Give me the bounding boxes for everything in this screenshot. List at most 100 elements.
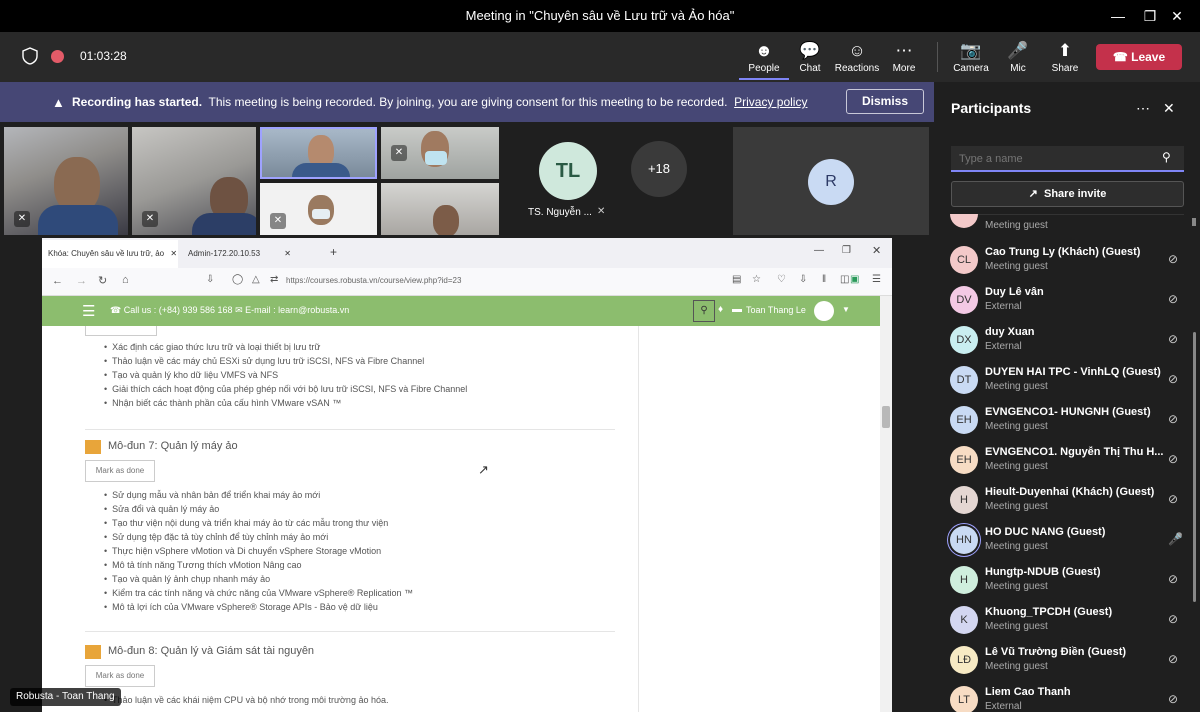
mic-off-icon[interactable]: ⊘ — [1168, 612, 1178, 626]
participant-row[interactable]: DX duy Xuan External ⊘ — [934, 322, 1200, 362]
search-input[interactable] — [959, 150, 1149, 168]
mic-off-icon[interactable]: ⊘ — [1168, 332, 1178, 346]
message-icon[interactable]: ▬ — [732, 304, 742, 315]
video-tile[interactable]: ✕ — [260, 183, 377, 235]
mic-off-icon[interactable]: ⊘ — [1168, 492, 1178, 506]
back-icon[interactable]: ← — [52, 275, 63, 287]
mic-off-icon[interactable]: ⊘ — [1168, 692, 1178, 706]
participant-row[interactable]: LĐ Lê Vũ Trường Điền (Guest) Meeting guest… — [934, 642, 1200, 682]
module-7-title[interactable]: Mô-đun 7: Quản lý máy ảo — [108, 440, 238, 452]
search-field[interactable]: ⚲ — [951, 146, 1184, 172]
reactions-button[interactable]: ☺ Reactions — [832, 40, 882, 80]
hamburger-menu-icon[interactable]: ☰ — [82, 302, 95, 320]
browser-tab-active[interactable]: Khóa: Chuyên sâu về lưu trữ, ảo ✕ — [42, 240, 178, 268]
user-avatar[interactable] — [814, 301, 834, 321]
participant-row[interactable]: CL Cao Trung Ly (Khách) (Guest) Meeting gu… — [934, 242, 1200, 282]
url-field[interactable]: https://courses.robusta.vn/course/view.p… — [286, 276, 461, 285]
share-button[interactable]: ⬆ Share — [1040, 40, 1090, 80]
browser-tab[interactable]: Admin-172.20.10.53 ✕ — [182, 240, 322, 268]
list-item: • Thực hiện vSphere vMotion và Di chuyển… — [104, 546, 382, 556]
minimize-icon[interactable]: — — [814, 245, 824, 256]
mic-off-icon[interactable]: ⊘ — [1168, 252, 1178, 266]
library-icon[interactable]: ‖ — [822, 274, 826, 285]
video-tile[interactable]: ✕ — [381, 127, 499, 179]
avatar — [950, 214, 978, 228]
mic-off-icon[interactable]: ⊘ — [1168, 412, 1178, 426]
scrollbar-thumb[interactable] — [882, 406, 890, 428]
reload-icon[interactable]: ↻ — [98, 274, 107, 287]
more-button[interactable]: ⋯ More — [879, 40, 929, 80]
video-tile[interactable] — [381, 183, 499, 235]
privacy-policy-link[interactable]: Privacy policy — [734, 95, 807, 109]
participant-name: EVNGENCO1- HUNGNH (Guest) — [985, 406, 1151, 418]
participant-row[interactable]: DV Duy Lê vân External ⊘ — [934, 282, 1200, 322]
bell-icon[interactable]: ♦ — [718, 304, 723, 315]
chevron-down-icon[interactable]: ▼ — [842, 305, 850, 314]
mic-off-icon[interactable]: ⊘ — [1168, 652, 1178, 666]
chat-button[interactable]: 💬 Chat — [785, 40, 835, 80]
download-icon[interactable]: ⇩ — [799, 274, 807, 285]
participant-row[interactable]: H Hieult-Duyenhai (Khách) (Guest) Meeting … — [934, 482, 1200, 522]
maximize-icon[interactable]: ❐ — [842, 245, 851, 256]
mark-as-done-button[interactable]: Mark as done — [85, 665, 155, 687]
shield-icon[interactable] — [22, 47, 38, 70]
menu-icon[interactable]: ☰ — [872, 274, 881, 285]
search-icon[interactable]: ⚲ — [693, 300, 715, 322]
tab-label: Khóa: Chuyên sâu về lưu trữ, ảo — [48, 249, 165, 258]
participant-row[interactable]: LT Liem Cao Thanh External ⊘ — [934, 682, 1200, 712]
participant-row[interactable]: DT DUYEN HAI TPC - VinhLQ (Guest) Meeting … — [934, 362, 1200, 402]
video-tile[interactable]: ✕ — [4, 127, 128, 235]
camera-button[interactable]: 📷 Camera — [946, 40, 996, 80]
participant-role: Meeting guest — [985, 581, 1048, 592]
people-button[interactable]: ☻ People — [739, 40, 789, 80]
mark-as-done-button[interactable]: Mark as done — [85, 460, 155, 482]
close-tab-icon[interactable]: ✕ — [284, 249, 291, 258]
mic-button[interactable]: 🎤 Mic — [993, 40, 1043, 80]
download-icon[interactable]: ⇩ — [206, 274, 214, 285]
participant-row[interactable]: HN HO DUC NANG (Guest) Meeting guest 🎤 — [934, 522, 1200, 562]
avatar: HN — [950, 526, 978, 554]
leave-button[interactable]: ☎ Leave — [1096, 44, 1182, 70]
mail-icon: ✉ — [235, 305, 243, 315]
participant-row[interactable]: EH EVNGENCO1. Nguyễn Thị Thu H... Meeting … — [934, 442, 1200, 482]
close-panel-icon[interactable]: ✕ — [1163, 100, 1175, 117]
reader-view-icon[interactable]: ▤ — [732, 274, 741, 285]
close-tab-icon[interactable]: ✕ — [170, 249, 177, 258]
participant-row[interactable]: H Hungtp-NDUB (Guest) Meeting guest ⊘ — [934, 562, 1200, 602]
participant-role: External — [985, 341, 1022, 352]
overflow-participants-button[interactable]: +18 — [631, 141, 687, 197]
mic-off-icon[interactable]: ⊘ — [1168, 572, 1178, 586]
share-invite-button[interactable]: ↗ Share invite — [951, 181, 1184, 207]
participant-video — [312, 209, 330, 219]
extension-icon[interactable]: ▣ — [850, 274, 859, 285]
new-tab-icon[interactable]: + — [330, 245, 337, 259]
shield-icon[interactable]: ◯ — [232, 274, 243, 285]
mic-on-icon[interactable]: 🎤 — [1168, 532, 1183, 546]
dismiss-button[interactable]: Dismiss — [846, 89, 924, 114]
forward-icon[interactable]: → — [76, 275, 87, 287]
avatar: EH — [950, 406, 978, 434]
video-tile[interactable]: ✕ — [132, 127, 256, 235]
home-icon[interactable]: ⌂ — [122, 274, 129, 286]
video-tile[interactable]: R — [733, 127, 929, 235]
bookmark-star-icon[interactable]: ☆ — [752, 274, 761, 285]
scroll-arrow[interactable] — [1192, 218, 1196, 226]
participant-row[interactable]: K Khuong_TPCDH (Guest) Meeting guest ⊘ — [934, 602, 1200, 642]
mic-off-icon[interactable]: ⊘ — [1168, 372, 1178, 386]
close-icon[interactable]: ✕ — [1154, 0, 1200, 32]
mouse-cursor-icon: ↗ — [478, 462, 489, 477]
video-tile-speaking[interactable] — [260, 127, 377, 179]
permissions-icon[interactable]: ⇄ — [270, 274, 278, 285]
scrollbar[interactable] — [880, 296, 892, 712]
mic-off-icon[interactable]: ⊘ — [1168, 292, 1178, 306]
pocket-icon[interactable]: ♡ — [777, 274, 786, 285]
user-name[interactable]: Toan Thang Le — [746, 305, 806, 315]
module-8-title[interactable]: Mô-đun 8: Quản lý và Giám sát tài nguyên — [108, 645, 314, 657]
mic-off-icon[interactable]: ⊘ — [1168, 452, 1178, 466]
list-item-text: Kiểm tra các tính năng và chức năng của … — [112, 588, 413, 598]
more-options-icon[interactable]: ⋯ — [1136, 100, 1150, 117]
list-item: • Mô tả tính năng Tương thích vMotion Nâ… — [104, 560, 302, 570]
sidebar-icon[interactable]: ◫ — [840, 274, 849, 285]
close-icon[interactable]: ✕ — [872, 244, 881, 257]
participant-row[interactable]: EH EVNGENCO1- HUNGNH (Guest) Meeting guest… — [934, 402, 1200, 442]
